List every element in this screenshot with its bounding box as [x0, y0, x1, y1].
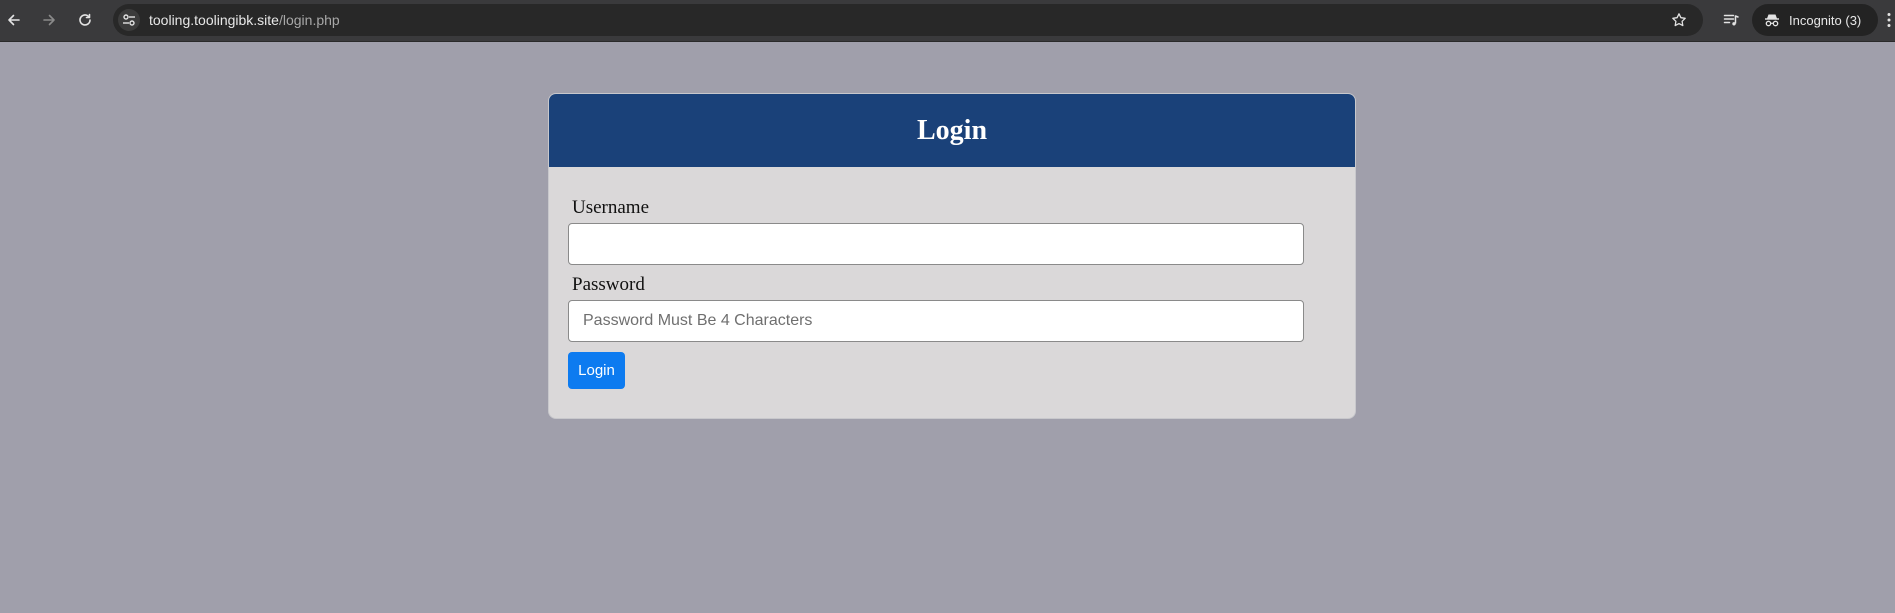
- url-path: /login.php: [278, 12, 340, 28]
- more-vertical-icon: [1887, 13, 1891, 27]
- media-controls-button[interactable]: [1720, 9, 1742, 31]
- incognito-label: Incognito (3): [1789, 12, 1862, 28]
- playlist-music-icon: [1723, 14, 1739, 26]
- browser-toolbar: tooling.toolingibk.site/login.php Incogn…: [0, 0, 1895, 42]
- browser-menu-button[interactable]: [1884, 9, 1894, 31]
- back-button[interactable]: [1, 7, 27, 33]
- login-card: Login Username Password Login: [548, 93, 1356, 419]
- url-host: tooling.toolingibk.site: [149, 12, 279, 28]
- password-label: Password: [572, 274, 645, 295]
- url-text: tooling.toolingibk.site/login.php: [149, 12, 340, 28]
- arrow-left-icon: [8, 14, 20, 26]
- incognito-icon: [1765, 14, 1779, 27]
- username-input[interactable]: [568, 223, 1304, 265]
- reload-button[interactable]: [72, 7, 98, 33]
- bookmark-button[interactable]: [1669, 10, 1689, 30]
- reload-icon: [79, 13, 91, 26]
- login-card-header: Login: [549, 94, 1355, 167]
- star-icon: [1672, 13, 1686, 27]
- password-input[interactable]: [568, 300, 1304, 342]
- login-title: Login: [916, 114, 988, 146]
- address-bar[interactable]: tooling.toolingibk.site/login.php: [113, 4, 1703, 36]
- username-label: Username: [572, 197, 650, 218]
- tune-icon: [123, 14, 135, 26]
- incognito-indicator[interactable]: Incognito (3): [1752, 4, 1878, 36]
- forward-button[interactable]: [36, 7, 62, 33]
- arrow-right-icon: [43, 14, 55, 26]
- site-info-button[interactable]: [118, 9, 140, 31]
- login-button[interactable]: Login: [568, 352, 625, 389]
